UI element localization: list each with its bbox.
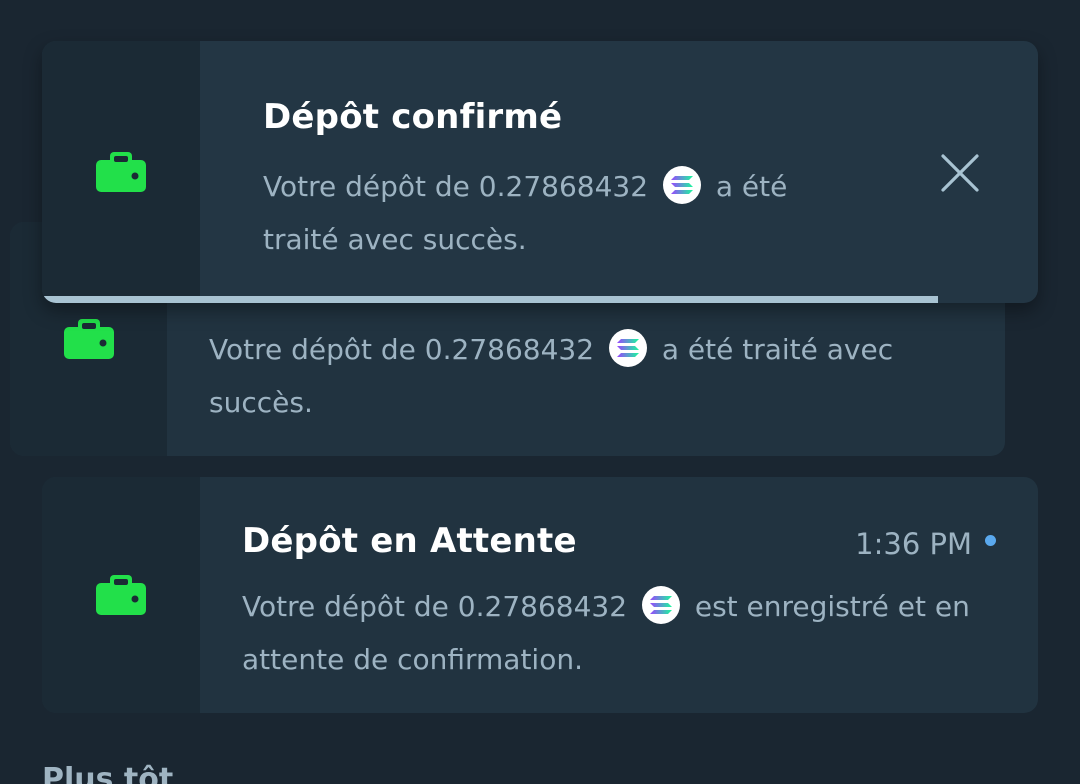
- unread-dot: [985, 535, 996, 546]
- section-header-earlier: Plus tôt: [42, 762, 174, 784]
- toast-progress-bar: [42, 296, 938, 303]
- message-prefix: Votre dépôt de 0.27868432: [209, 333, 603, 366]
- wallet-icon: [63, 319, 114, 359]
- toast-title: Dépôt confirmé: [263, 97, 563, 137]
- wallet-icon: [96, 152, 146, 192]
- toast-message: Votre dépôt de 0.27868432 a été traité a…: [263, 160, 863, 266]
- notification-message: Votre dépôt de 0.27868432 est enregistré…: [242, 580, 1002, 686]
- notification-icon-column: [42, 477, 200, 713]
- message-prefix: Votre dépôt de 0.27868432: [263, 170, 657, 203]
- solana-icon: [608, 329, 647, 367]
- notification-message: Votre dépôt de 0.27868432 a été traité a…: [209, 323, 969, 429]
- notification-card-pending[interactable]: Dépôt en Attente 1:36 PM Votre dépôt de …: [42, 477, 1038, 713]
- notification-title: Dépôt en Attente: [242, 521, 577, 561]
- close-icon[interactable]: [940, 153, 980, 193]
- notifications-page: Votre dépôt de 0.27868432 a été traité a…: [0, 0, 1080, 784]
- notification-body: Dépôt en Attente 1:36 PM Votre dépôt de …: [200, 477, 1038, 713]
- solana-icon: [662, 166, 701, 204]
- notification-time: 1:36 PM: [855, 527, 972, 561]
- toast-deposit-confirmed[interactable]: Dépôt confirmé Votre dépôt de 0.27868432…: [42, 41, 1038, 303]
- solana-icon: [641, 586, 680, 624]
- wallet-icon: [96, 575, 146, 615]
- message-prefix: Votre dépôt de 0.27868432: [242, 590, 636, 623]
- toast-body: Dépôt confirmé Votre dépôt de 0.27868432…: [200, 41, 1038, 303]
- toast-icon-column: [42, 41, 200, 303]
